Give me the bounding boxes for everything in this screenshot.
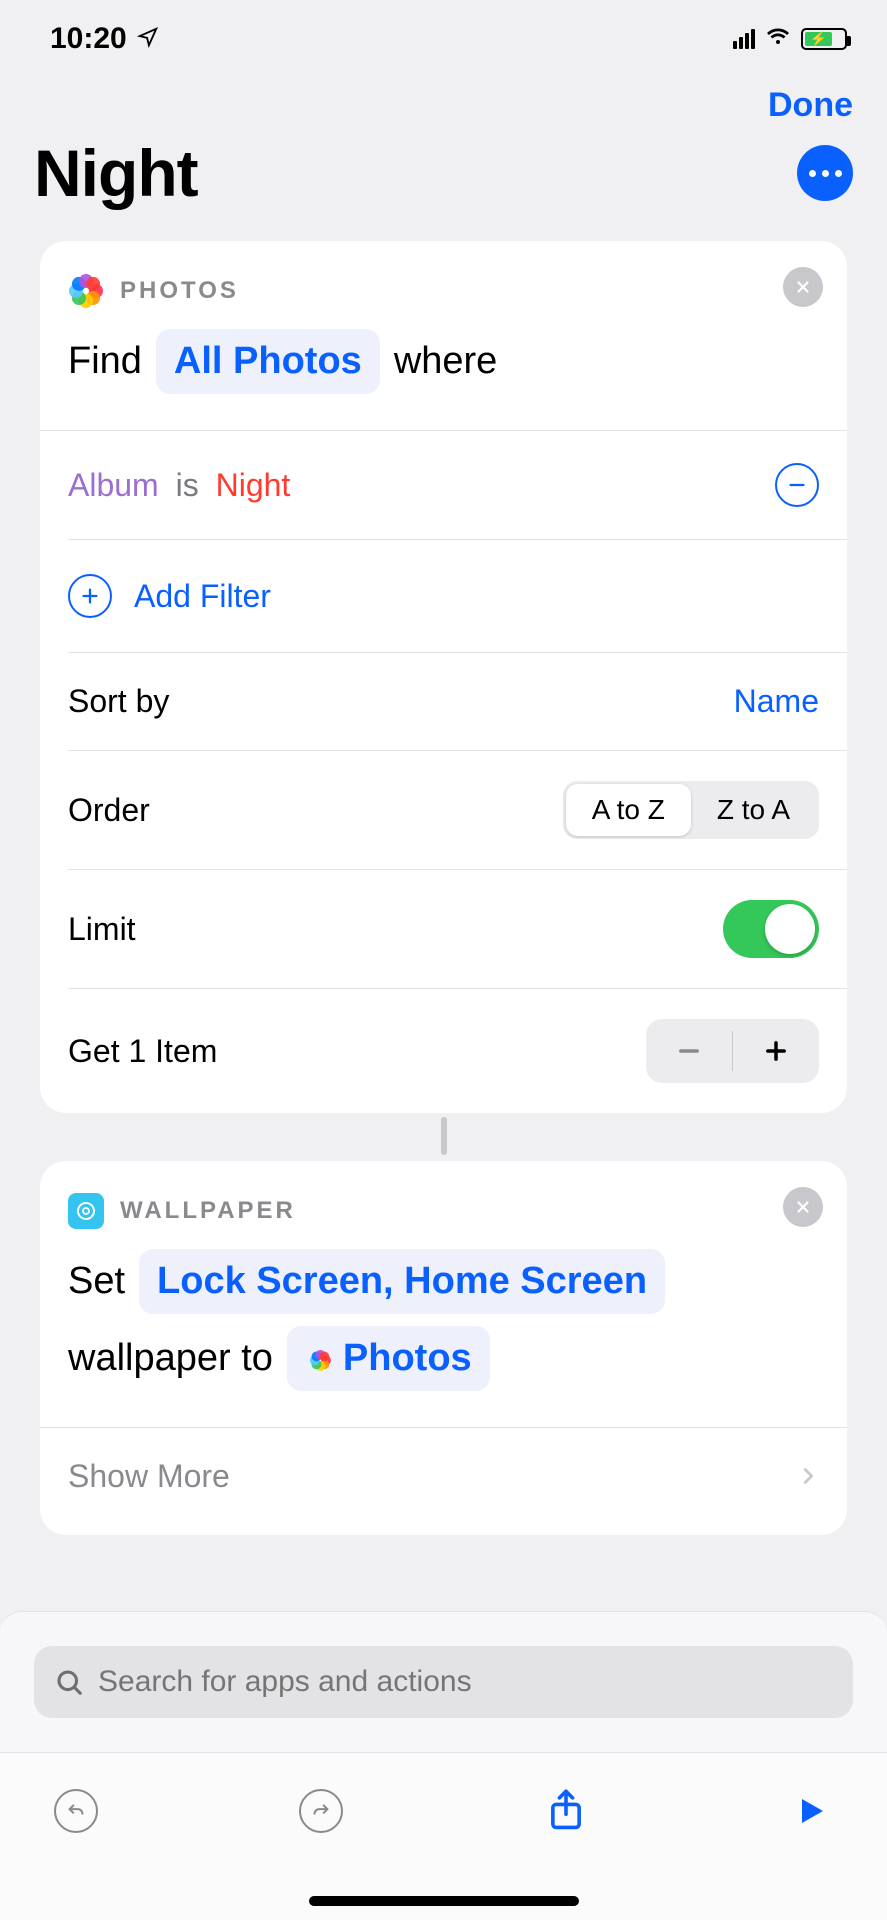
remove-filter-button[interactable] [775, 463, 819, 507]
share-icon [546, 1788, 586, 1834]
set-verb: Set [68, 1253, 125, 1310]
show-more-label: Show More [68, 1458, 230, 1495]
count-stepper[interactable] [646, 1019, 819, 1083]
filter-field[interactable]: Album [68, 467, 159, 503]
order-row: Order A to Z Z to A [40, 751, 847, 869]
find-suffix: where [394, 333, 498, 390]
action-card-wallpaper: WALLPAPER Set Lock Screen, Home Screen w… [40, 1161, 847, 1535]
photos-app-icon [68, 273, 104, 309]
stepper-increment[interactable] [733, 1019, 819, 1083]
set-target-token[interactable]: Lock Screen, Home Screen [139, 1249, 665, 1314]
order-label: Order [68, 792, 150, 829]
search-field[interactable] [34, 1646, 853, 1718]
add-filter-label: Add Filter [134, 578, 271, 615]
remove-action-button[interactable] [783, 1187, 823, 1227]
location-icon [137, 24, 159, 55]
stepper-decrement[interactable] [646, 1019, 732, 1083]
search-panel [0, 1611, 887, 1752]
share-button[interactable] [538, 1783, 594, 1839]
find-target-token[interactable]: All Photos [156, 329, 380, 394]
get-count-row: Get 1 Item [40, 989, 847, 1113]
add-filter-button[interactable]: Add Filter [40, 540, 847, 652]
page-title: Night [34, 135, 198, 211]
bottom-toolbar [0, 1752, 887, 1920]
home-indicator [309, 1896, 579, 1906]
set-source-label: Photos [343, 1330, 472, 1387]
done-button[interactable]: Done [768, 86, 853, 125]
wifi-icon [763, 22, 793, 56]
status-bar: 10:20 ⚡ [0, 0, 887, 66]
sort-row[interactable]: Sort by Name [40, 653, 847, 750]
more-button[interactable] [797, 145, 853, 201]
battery-icon: ⚡ [801, 28, 847, 50]
order-segmented[interactable]: A to Z Z to A [563, 781, 819, 839]
search-input[interactable] [98, 1665, 833, 1699]
plus-icon [68, 574, 112, 618]
remove-action-button[interactable] [783, 267, 823, 307]
action-card-photos: PHOTOS Find All Photos where Album is Ni… [40, 241, 847, 1113]
limit-label: Limit [68, 911, 136, 948]
filter-value[interactable]: Night [216, 467, 291, 503]
get-count-label: Get 1 Item [68, 1033, 217, 1070]
undo-icon [54, 1789, 98, 1833]
redo-icon [299, 1789, 343, 1833]
photos-icon [305, 1345, 333, 1373]
find-verb: Find [68, 333, 142, 390]
chevron-right-icon [797, 1458, 819, 1495]
sort-value[interactable]: Name [734, 683, 819, 720]
app-label: WALLPAPER [120, 1197, 296, 1225]
order-option-za[interactable]: Z to A [691, 784, 816, 836]
redo-button[interactable] [293, 1783, 349, 1839]
cellular-icon [733, 29, 755, 49]
play-icon [793, 1793, 829, 1829]
status-time: 10:20 [50, 22, 127, 56]
undo-button[interactable] [48, 1783, 104, 1839]
filter-row: Album is Night [40, 431, 847, 539]
show-more-button[interactable]: Show More [40, 1428, 847, 1535]
run-button[interactable] [783, 1783, 839, 1839]
limit-switch[interactable] [723, 900, 819, 958]
filter-op[interactable]: is [176, 467, 199, 503]
app-label: PHOTOS [120, 277, 239, 305]
search-icon [54, 1667, 84, 1697]
nav-bar: Done [0, 66, 887, 135]
limit-row: Limit [40, 870, 847, 988]
wallpaper-app-icon [68, 1193, 104, 1229]
action-summary: Set Lock Screen, Home Screen wallpaper t… [40, 1229, 847, 1427]
set-source-token[interactable]: Photos [287, 1326, 490, 1391]
action-summary: Find All Photos where [40, 309, 847, 430]
set-mid: wallpaper to [68, 1330, 273, 1387]
sort-label: Sort by [68, 683, 169, 720]
order-option-az[interactable]: A to Z [566, 784, 691, 836]
